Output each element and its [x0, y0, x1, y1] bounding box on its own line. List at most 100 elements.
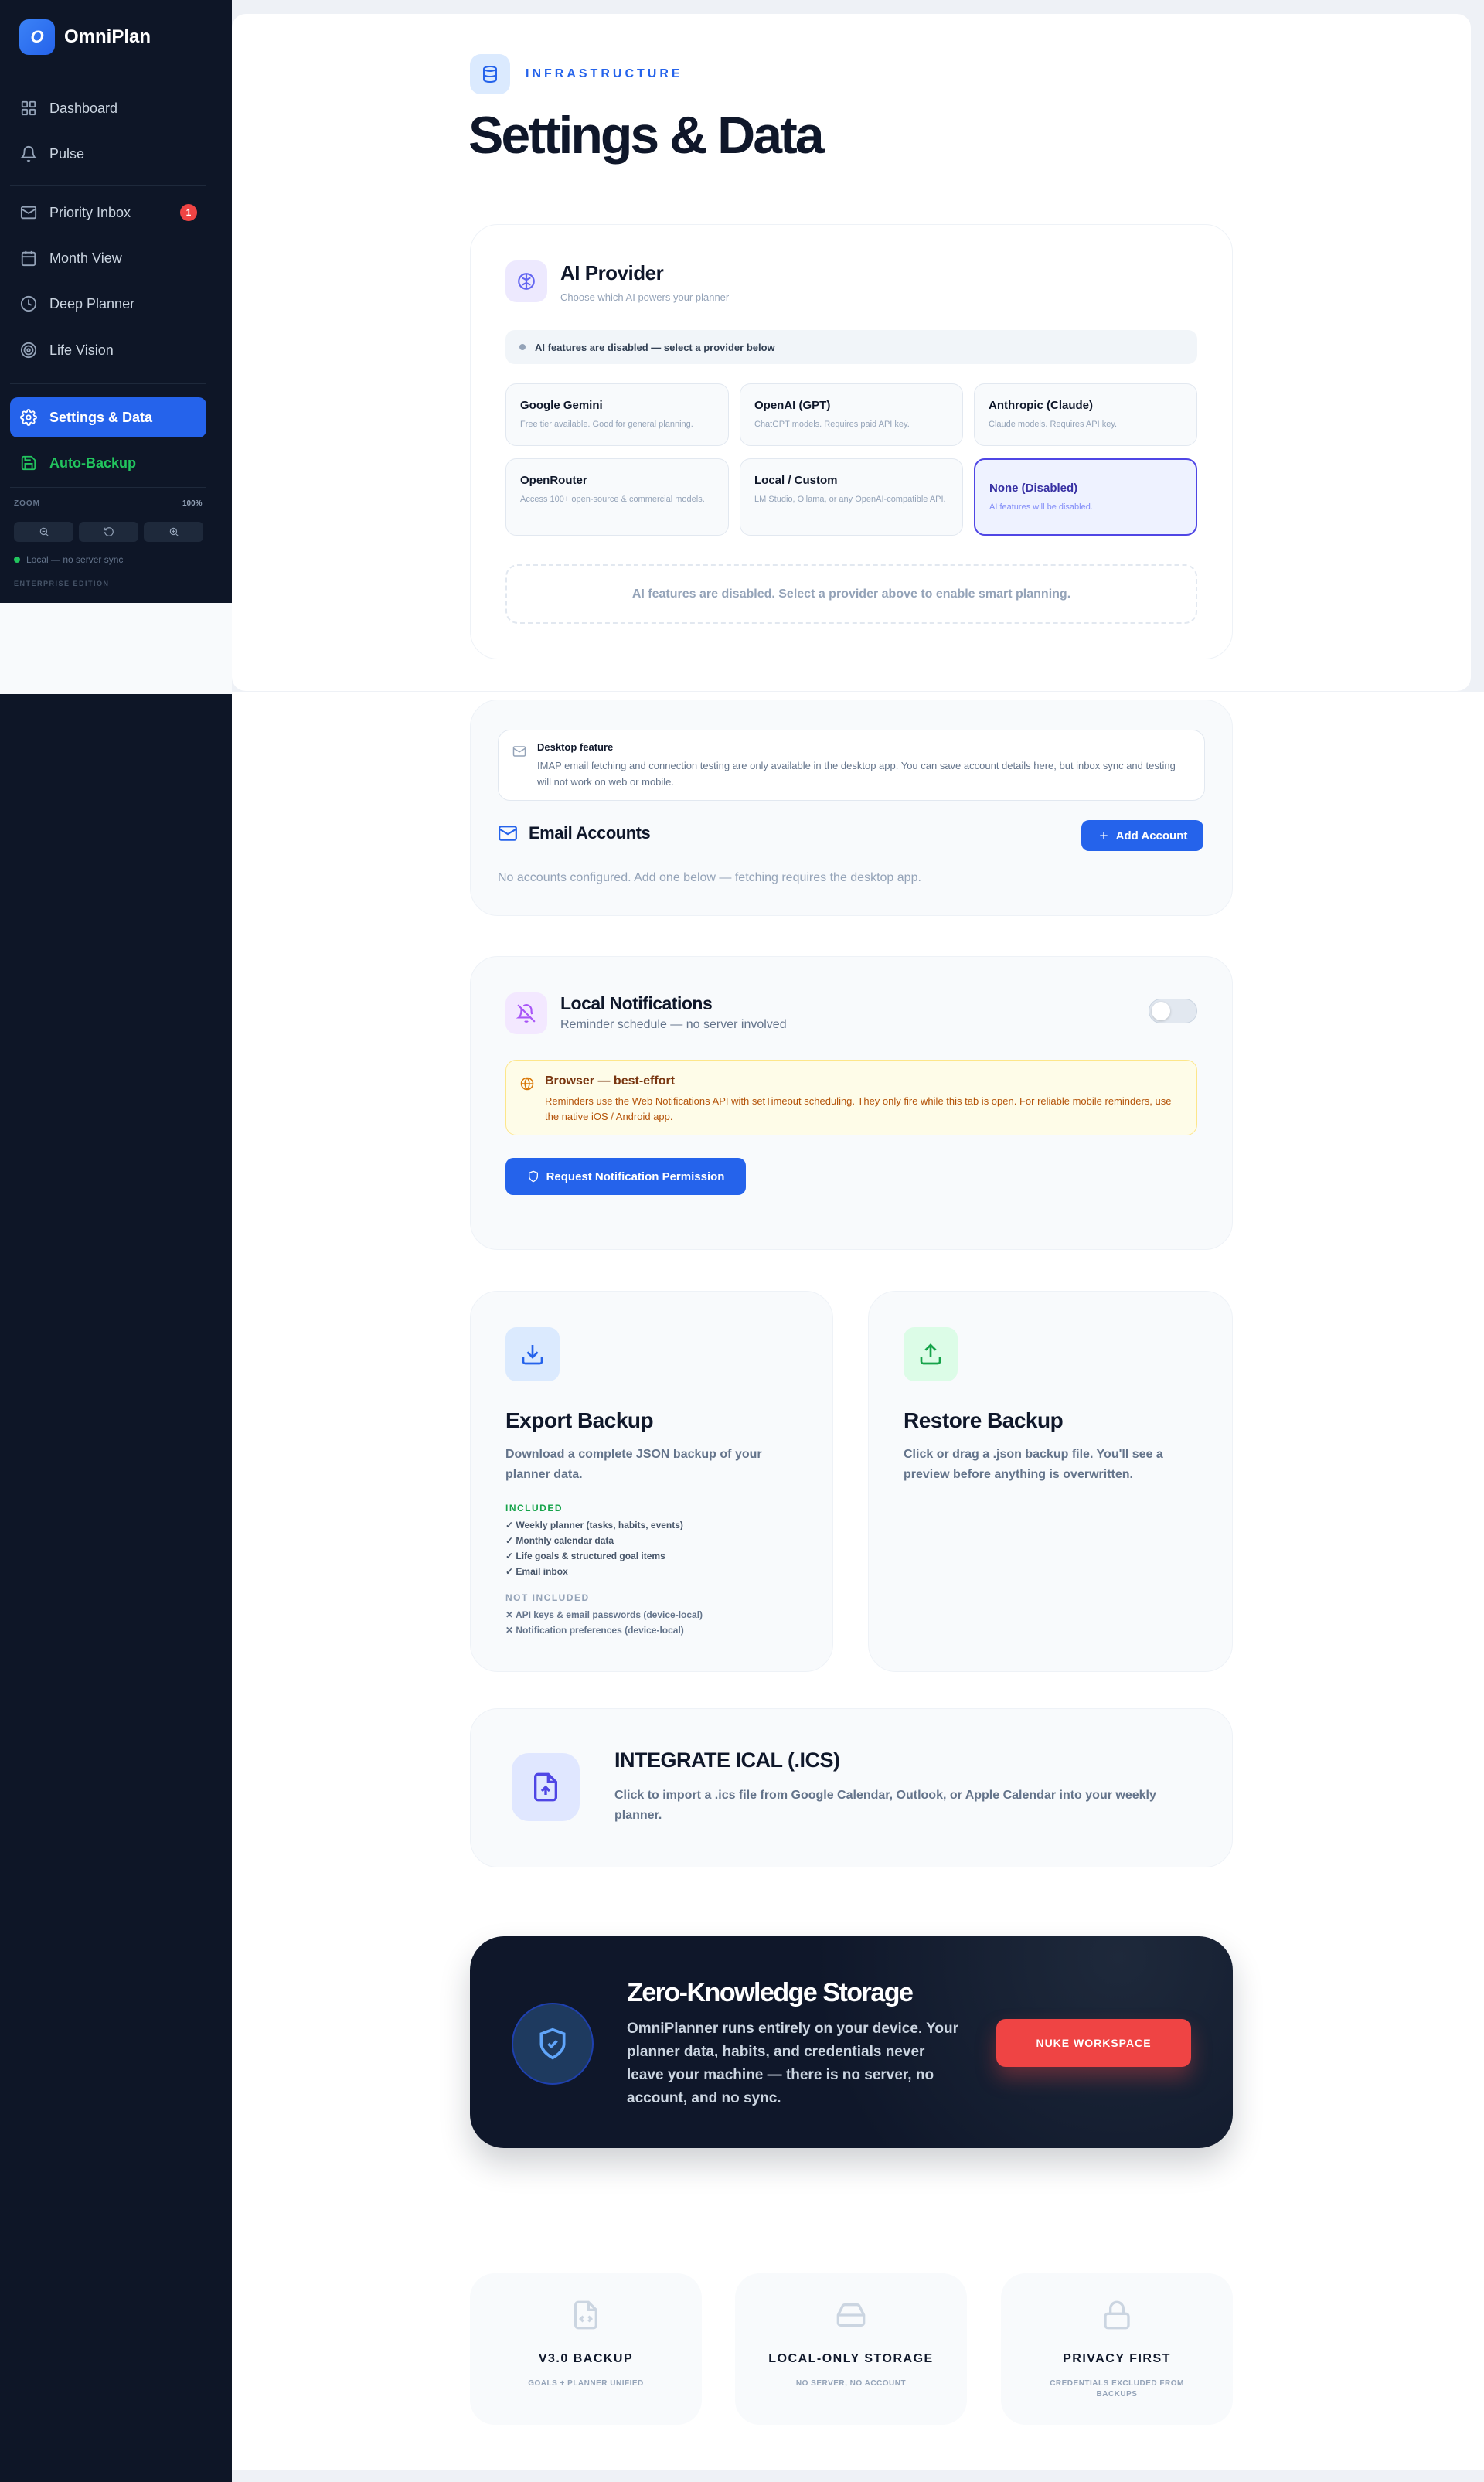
list-item: ✓ Email inbox — [505, 1566, 568, 1577]
database-icon — [483, 66, 497, 83]
list-item: ✓ Monthly calendar data — [505, 1535, 614, 1546]
feature-title: V3.0 BACKUP — [538, 2352, 634, 2365]
provider-desc: Free tier available. Good for general pl… — [520, 420, 693, 429]
included-list: ✓ Weekly planner (tasks, habits, events)… — [505, 1517, 683, 1579]
sidebar: O OmniPlan Dashboard Pulse Priority Inbo… — [0, 0, 217, 603]
download-icon-box — [505, 1327, 560, 1381]
zoom-label: ZOOM — [14, 499, 40, 508]
list-item: ✕ API keys & email passwords (device-loc… — [505, 1609, 703, 1620]
sidebar-item-priority-inbox[interactable]: Priority Inbox 1 — [10, 192, 206, 233]
bell-off-icon-box — [505, 992, 547, 1034]
edition-label: ENTERPRISE EDITION — [14, 580, 110, 587]
sidebar-item-label: Auto-Backup — [49, 455, 136, 471]
sidebar-divider — [10, 487, 206, 488]
sync-status: Local — no server sync — [14, 554, 123, 565]
sidebar-item-label: Deep Planner — [49, 295, 135, 312]
provider-desc: Access 100+ open-source & commercial mod… — [520, 495, 705, 504]
lock-icon — [1104, 2300, 1130, 2330]
file-upload-icon-box — [512, 1753, 580, 1821]
brand[interactable]: O OmniPlan — [19, 19, 151, 55]
database-icon-box — [470, 54, 510, 94]
provider-option-openrouter[interactable]: OpenRouter Access 100+ open-source & com… — [505, 458, 729, 536]
email-accounts-header: Email Accounts — [498, 823, 651, 843]
mail-icon — [20, 206, 37, 220]
zoom-reset-button[interactable] — [79, 522, 138, 542]
ical-desc: Click to import a .ics file from Google … — [614, 1789, 1156, 1822]
feature-tile-backup: V3.0 BACKUP GOALS + PLANNER UNIFIED — [470, 2273, 702, 2425]
feature-desc: NO SERVER, NO ACCOUNT — [795, 2379, 907, 2388]
provider-name: OpenRouter — [520, 474, 587, 487]
ai-provider-title: AI Provider — [560, 261, 664, 284]
status-dot — [519, 344, 526, 350]
upload-icon — [920, 1343, 941, 1365]
nuke-workspace-button[interactable]: NUKE WORKSPACE — [996, 2019, 1191, 2067]
add-account-button[interactable]: Add Account — [1081, 820, 1203, 851]
email-empty-state: No accounts configured. Add one below — … — [498, 871, 921, 884]
file-upload-icon — [534, 1772, 557, 1802]
grid-icon — [21, 100, 36, 116]
sidebar-item-pulse[interactable]: Pulse — [10, 134, 206, 174]
reset-icon — [104, 527, 114, 536]
provider-name: OpenAI (GPT) — [754, 399, 831, 412]
feature-desc: CREDENTIALS EXCLUDED FROM BACKUPS — [1050, 2379, 1184, 2399]
target-icon — [20, 342, 37, 359]
email-accounts-title: Email Accounts — [529, 823, 651, 843]
zoom-out-button[interactable] — [14, 522, 73, 542]
not-included-list: ✕ API keys & email passwords (device-loc… — [505, 1607, 703, 1638]
shield-check-icon-box — [512, 2003, 594, 2085]
sidebar-item-label: Dashboard — [49, 100, 118, 116]
not-included-label: NOT INCLUDED — [505, 1592, 590, 1603]
provider-option-openai[interactable]: OpenAI (GPT) ChatGPT models. Requires pa… — [740, 383, 963, 446]
globe-icon — [520, 1077, 534, 1091]
provider-desc: ChatGPT models. Requires paid API key. — [754, 420, 910, 429]
request-permission-button[interactable]: Request Notification Permission — [505, 1158, 746, 1195]
shield-check-icon — [539, 2027, 566, 2060]
sidebar-item-deep-planner[interactable]: Deep Planner — [10, 284, 206, 324]
brand-name: OmniPlan — [64, 26, 151, 47]
shield-icon — [528, 1170, 538, 1183]
bell-icon — [20, 146, 37, 162]
eyebrow-text: INFRASTRUCTURE — [526, 67, 683, 80]
notifications-subtitle: Reminder schedule — no server involved — [560, 1018, 787, 1031]
provider-option-anthropic[interactable]: Anthropic (Claude) Claude models. Requir… — [974, 383, 1197, 446]
ai-disabled-note: AI features are disabled. Select a provi… — [505, 564, 1197, 624]
mail-icon — [499, 826, 517, 841]
notifications-toggle[interactable] — [1149, 999, 1197, 1023]
sidebar-item-auto-backup[interactable]: Auto-Backup — [10, 443, 206, 483]
feature-tile-privacy: PRIVACY FIRST CREDENTIALS EXCLUDED FROM … — [1001, 2273, 1233, 2425]
provider-option-gemini[interactable]: Google Gemini Free tier available. Good … — [505, 383, 729, 446]
sidebar-item-label: Settings & Data — [49, 409, 153, 425]
sidebar-item-settings-data[interactable]: Settings & Data — [10, 397, 206, 437]
ai-status-pill: AI features are disabled — select a prov… — [505, 330, 1197, 364]
zoom-out-icon — [39, 527, 49, 536]
zero-knowledge-desc: OmniPlanner runs entirely on your device… — [627, 2021, 959, 2106]
export-title: Export Backup — [505, 1408, 654, 1432]
restore-title: Restore Backup — [904, 1408, 1064, 1432]
brand-logo: O — [19, 19, 55, 55]
sidebar-item-month-view[interactable]: Month View — [10, 238, 206, 278]
provider-option-local[interactable]: Local / Custom LM Studio, Ollama, or any… — [740, 458, 963, 536]
zero-knowledge-title: Zero-Knowledge Storage — [627, 1978, 914, 2007]
zoom-in-button[interactable] — [144, 522, 203, 542]
provider-option-none[interactable]: None (Disabled) AI features will be disa… — [974, 458, 1197, 536]
desktop-feature-title: Desktop feature — [537, 741, 614, 753]
provider-name: Google Gemini — [520, 399, 603, 412]
sidebar-item-life-vision[interactable]: Life Vision — [10, 330, 206, 370]
list-item: ✓ Life goals & structured goal items — [505, 1551, 665, 1561]
clock-icon — [20, 295, 37, 312]
sidebar-item-label: Month View — [49, 250, 122, 266]
request-permission-label: Request Notification Permission — [546, 1170, 725, 1183]
calendar-icon — [21, 250, 36, 267]
sync-status-text: Local — no server sync — [26, 554, 124, 565]
feature-tile-local-storage: LOCAL-ONLY STORAGE NO SERVER, NO ACCOUNT — [735, 2273, 967, 2425]
sidebar-item-label: Life Vision — [49, 342, 114, 358]
notifications-title: Local Notifications — [560, 993, 713, 1013]
provider-name: None (Disabled) — [989, 482, 1078, 495]
save-icon — [21, 455, 36, 471]
add-account-label: Add Account — [1115, 829, 1188, 843]
sidebar-item-dashboard[interactable]: Dashboard — [10, 88, 206, 128]
upload-icon-box — [904, 1327, 958, 1381]
sidebar-overflow-area — [0, 603, 232, 694]
browser-warning: Browser — best-effort Reminders use the … — [505, 1060, 1197, 1135]
bell-off-icon — [516, 1004, 536, 1023]
